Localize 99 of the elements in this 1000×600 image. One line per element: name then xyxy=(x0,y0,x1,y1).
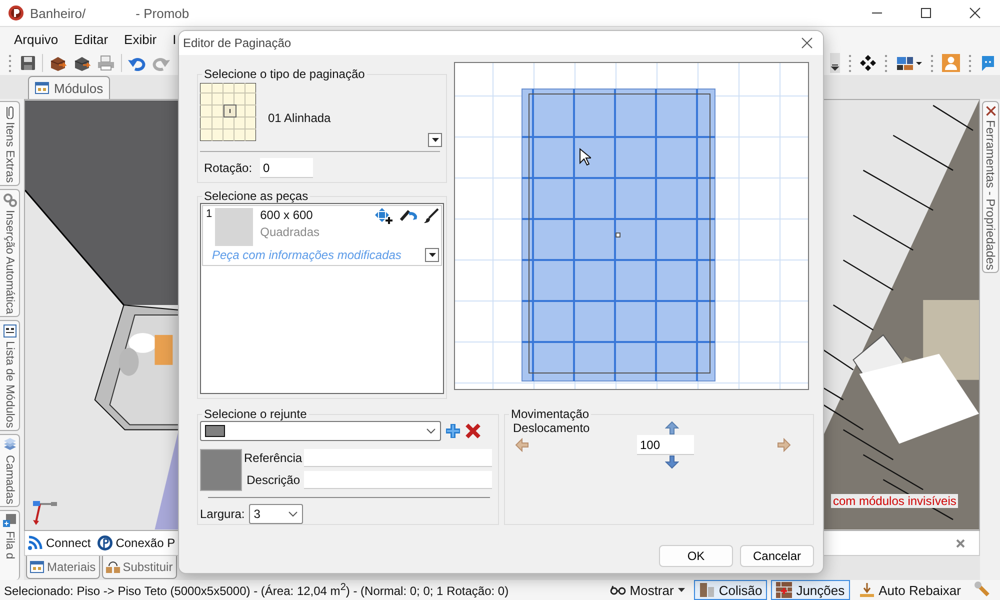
cancel-button[interactable]: Cancelar xyxy=(740,545,814,567)
item-number: 1 xyxy=(206,208,212,220)
menu-item[interactable]: Exibir xyxy=(116,32,165,46)
delete-icon[interactable] xyxy=(465,423,481,439)
undo-icon[interactable] xyxy=(128,55,146,71)
side-tab[interactable]: Ferramentas - Propriedades xyxy=(982,101,999,273)
user-icon[interactable] xyxy=(942,54,960,72)
edit-arrow-icon[interactable] xyxy=(399,208,417,224)
menu-item[interactable]: Editar xyxy=(66,32,116,46)
brush-icon[interactable] xyxy=(423,208,439,224)
arrow-left-icon[interactable] xyxy=(515,438,529,452)
toggle-button[interactable]: Auto Rebaixar xyxy=(854,580,966,600)
show-dropdown[interactable]: Mostrar xyxy=(604,580,690,600)
wall-collision-icon xyxy=(698,582,715,598)
swap-boxes-icon xyxy=(106,561,120,573)
reference-field[interactable] xyxy=(304,449,492,467)
toolbar-grip-icon[interactable] xyxy=(930,53,934,73)
reference-label: Referência xyxy=(244,451,300,465)
menu-item[interactable]: Arquivo xyxy=(6,32,66,46)
close-icon[interactable] xyxy=(801,37,813,49)
arrow-down-icon[interactable] xyxy=(665,455,679,469)
status-text: Selecionado: Piso -> Piso Teto (5000x5x5000) - (Área: 12,04 m$^{2}$) - (Normal: 0; 0; 1 Rotação: 0) xyxy=(4,582,509,598)
caret-icon xyxy=(678,588,685,592)
toggle-button[interactable]: Colisão xyxy=(694,580,768,600)
module-icon[interactable] xyxy=(73,55,91,71)
side-tab[interactable]: Inserção Automática xyxy=(0,188,20,317)
overflow-dropdown-icon[interactable] xyxy=(830,53,840,73)
four-diamonds-icon[interactable] xyxy=(860,55,876,71)
toolbar-grip-icon[interactable] xyxy=(848,53,852,73)
side-tab[interactable]: Lista de Módulos xyxy=(0,320,20,431)
queue-plus-icon xyxy=(2,514,16,528)
group-title: Selecione o tipo de paginação xyxy=(203,67,366,81)
chevron-down-icon xyxy=(426,428,436,434)
panel-tab[interactable]: Substituir xyxy=(102,556,177,579)
tile-texture-placeholder xyxy=(215,208,254,246)
brick-joints-icon xyxy=(776,582,792,598)
toolbar-grip-icon[interactable] xyxy=(8,53,12,73)
grid-window-icon xyxy=(35,82,49,94)
chat-icon[interactable] xyxy=(980,54,994,72)
module-icon[interactable] xyxy=(49,55,67,71)
save-icon[interactable] xyxy=(20,55,36,71)
move-plus-icon[interactable] xyxy=(375,208,393,224)
close-icon[interactable] xyxy=(969,7,981,19)
caret-icon xyxy=(432,138,438,142)
modules-tab[interactable]: Módulos xyxy=(28,76,110,99)
group-title: Selecione as peças xyxy=(203,189,310,203)
dropdown-button[interactable] xyxy=(425,248,439,262)
piece-size: 600 x 600 xyxy=(260,208,314,222)
grid-window-icon xyxy=(30,561,44,573)
side-tab[interactable]: Fila d xyxy=(0,510,20,580)
toolbar-grip-icon[interactable] xyxy=(968,53,972,73)
piece-item[interactable]: 1 600 x 600 Quadradas Peça com informações modificadas xyxy=(202,205,442,266)
maximize-icon[interactable] xyxy=(920,7,932,19)
gears-icon xyxy=(2,192,16,207)
printer-icon[interactable] xyxy=(97,55,115,71)
toolbar-grip-icon[interactable] xyxy=(884,53,888,73)
ok-button[interactable]: OK xyxy=(659,545,733,567)
mouse-pointer-icon xyxy=(579,148,591,166)
paging-type-text: 01 Alinhada xyxy=(268,111,331,125)
rotation-label: Rotação: xyxy=(204,161,252,175)
app-name: - Promob xyxy=(136,6,190,20)
chevron-down-icon xyxy=(288,511,298,517)
offset-label: Deslocamento xyxy=(512,421,591,435)
description-label: Descrição xyxy=(246,473,300,487)
layers-icon xyxy=(2,438,16,452)
window-title: Banheiro/ xyxy=(30,6,86,20)
side-tab[interactable]: Camadas xyxy=(0,434,20,508)
offset-field[interactable]: 100 xyxy=(637,435,694,455)
p-circle-icon xyxy=(96,535,113,551)
grout-color-preview xyxy=(200,449,242,491)
add-icon[interactable] xyxy=(445,423,461,439)
dropdown-button[interactable] xyxy=(428,133,442,147)
piece-note: Peça com informações modificadas xyxy=(212,248,402,262)
arrow-up-icon[interactable] xyxy=(665,421,679,435)
paging-thumbnail-drawing[interactable] xyxy=(200,83,256,141)
connect-link[interactable]: Connect xyxy=(27,535,91,551)
app-logo-icon xyxy=(8,5,24,21)
group-title: Selecione o rejunte xyxy=(203,407,308,421)
connect-link[interactable]: Conexão P xyxy=(96,535,176,551)
width-label: Largura: xyxy=(200,507,245,521)
panel-tab[interactable]: Materiais xyxy=(26,556,100,579)
layout-icon[interactable] xyxy=(896,55,922,71)
group-title: Movimentação xyxy=(510,407,590,421)
arrow-right-icon[interactable] xyxy=(777,438,791,452)
dialog-title: Editor de Paginação xyxy=(183,36,292,50)
caret-icon xyxy=(428,253,436,257)
grout-dropdown[interactable] xyxy=(200,421,441,441)
rss-icon xyxy=(27,535,43,551)
viewport-warning-text: com módulos invisíveis xyxy=(831,494,958,508)
rotation-field[interactable]: 0 xyxy=(260,158,314,178)
lower-arrow-icon xyxy=(858,582,875,598)
list-window-icon xyxy=(2,324,16,338)
description-field[interactable] xyxy=(304,471,492,489)
width-dropdown[interactable]: 3 xyxy=(248,504,303,524)
side-tab[interactable]: Itens Extras xyxy=(0,101,20,186)
piece-name: Quadradas xyxy=(260,225,320,239)
toggle-button[interactable]: Junções xyxy=(771,580,850,600)
grout-swatch xyxy=(205,425,225,437)
tile-layout-preview-drawing[interactable] xyxy=(455,63,808,389)
